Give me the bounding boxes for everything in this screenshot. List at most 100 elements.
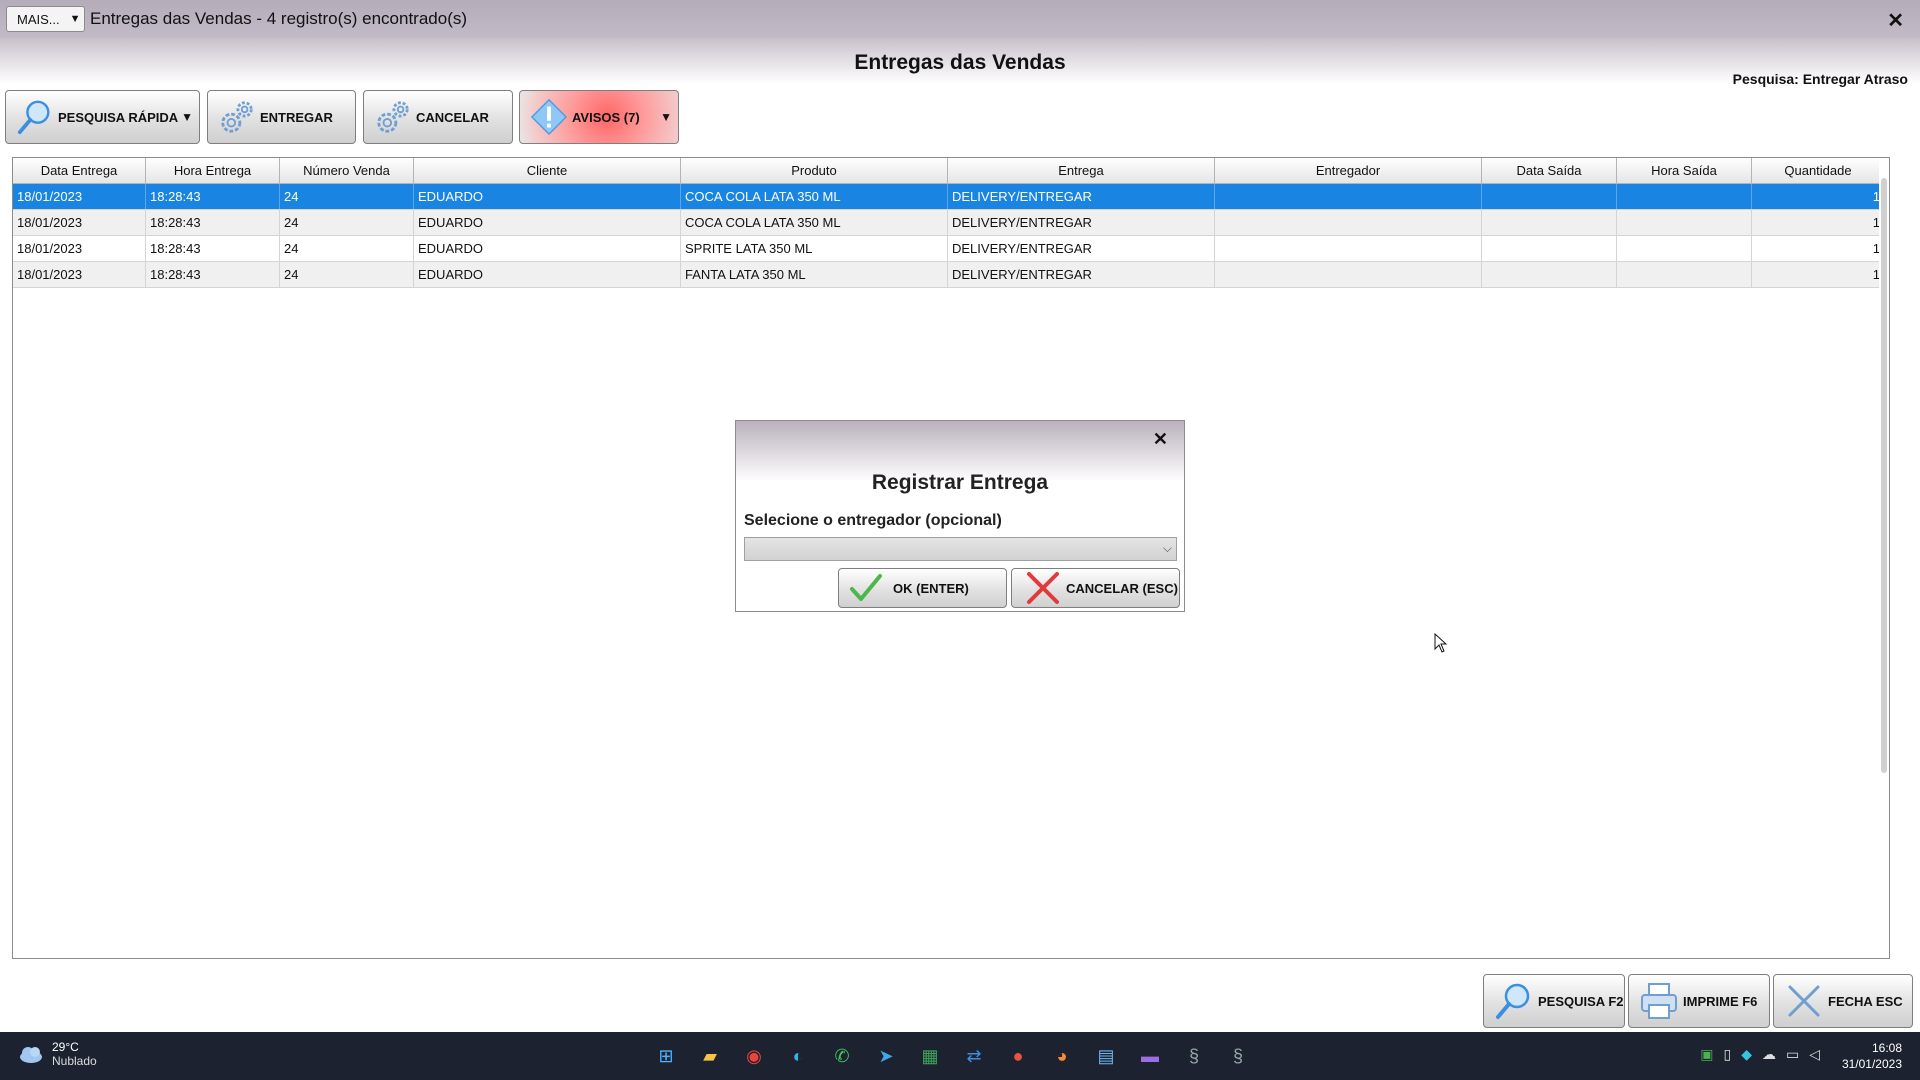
pinned-apps: ⊞ ▰ ◉ ◐ ✆ ➤ ▦ ⇄ ● ◕ ▤ ▬ § § bbox=[650, 1040, 1254, 1072]
mais-label: MAIS... bbox=[17, 11, 60, 27]
dialog-cancel-button[interactable]: CANCELAR (ESC) bbox=[1011, 568, 1180, 608]
table-row[interactable]: 18/01/2023 18:28:43 24 EDUARDO FANTA LAT… bbox=[13, 262, 1889, 288]
column-header[interactable]: Data Entrega bbox=[13, 158, 146, 183]
usb-icon[interactable]: ▯ bbox=[1723, 1046, 1731, 1063]
cell-hora-entrega: 18:28:43 bbox=[146, 236, 280, 261]
cell-hora-saida bbox=[1617, 184, 1752, 209]
cell-data-entrega: 18/01/2023 bbox=[13, 184, 146, 209]
checkmark-icon bbox=[850, 574, 882, 601]
chevron-down-icon[interactable]: ▼ bbox=[660, 110, 672, 124]
weather-condition: Nublado bbox=[52, 1054, 97, 1068]
cell-data-entrega: 18/01/2023 bbox=[13, 236, 146, 261]
cell-entrega: DELIVERY/ENTREGAR bbox=[948, 262, 1215, 287]
chrome-icon[interactable]: ◉ bbox=[738, 1040, 770, 1072]
chevron-down-icon[interactable]: ▼ bbox=[181, 110, 193, 124]
firefox-icon[interactable]: ◕ bbox=[1046, 1040, 1078, 1072]
cell-entregador bbox=[1215, 184, 1482, 209]
deliverer-select-label: Selecione o entregador (opcional) bbox=[744, 512, 1002, 529]
system-app-icon[interactable]: § bbox=[1178, 1040, 1210, 1072]
system-tray: ▣ ▯ ◆ ☁ ▭ ◁ bbox=[1700, 1046, 1820, 1063]
column-header[interactable]: Produto bbox=[681, 158, 948, 183]
column-header[interactable]: Quantidade bbox=[1752, 158, 1885, 183]
scrollbar-thumb[interactable] bbox=[1881, 178, 1887, 773]
cell-hora-saida bbox=[1617, 210, 1752, 235]
chevron-down-icon[interactable]: ⌵ bbox=[1163, 541, 1172, 556]
cell-quantidade: 1 bbox=[1752, 236, 1885, 261]
warnings-button[interactable]: AVISOS (7) ▼ bbox=[519, 90, 679, 144]
close-esc-button[interactable]: FECHA ESC bbox=[1773, 974, 1913, 1028]
clock-date: 31/01/2023 bbox=[1841, 1057, 1902, 1071]
table-row[interactable]: 18/01/2023 18:28:43 24 EDUARDO COCA COLA… bbox=[13, 210, 1889, 236]
ok-button[interactable]: OK (ENTER) bbox=[838, 568, 1007, 608]
title-bar: MAIS... ▼ Entregas das Vendas - 4 regist… bbox=[0, 0, 1920, 38]
search-icon bbox=[1496, 983, 1530, 1019]
close-esc-label: FECHA ESC bbox=[1828, 993, 1903, 1009]
windows-start-icon[interactable]: ⊞ bbox=[650, 1040, 682, 1072]
warnings-label: AVISOS (7) bbox=[572, 109, 640, 125]
search-f2-button[interactable]: PESQUISA F2 bbox=[1483, 974, 1625, 1028]
mouse-cursor-icon bbox=[1434, 633, 1448, 653]
remote-icon[interactable]: ⇄ bbox=[958, 1040, 990, 1072]
table-row[interactable]: 18/01/2023 18:28:43 24 EDUARDO COCA COLA… bbox=[13, 184, 1889, 210]
column-header[interactable]: Hora Entrega bbox=[146, 158, 280, 183]
dialog-close-button[interactable]: ✕ bbox=[1153, 429, 1168, 450]
search-f2-label: PESQUISA F2 bbox=[1538, 993, 1624, 1009]
window-close-button[interactable]: ✕ bbox=[1887, 8, 1904, 33]
column-header[interactable]: Data Saída bbox=[1482, 158, 1617, 183]
shield-icon[interactable]: ◆ bbox=[1741, 1046, 1752, 1063]
cell-hora-saida bbox=[1617, 236, 1752, 261]
cell-hora-entrega: 18:28:43 bbox=[146, 262, 280, 287]
telegram-icon[interactable]: ➤ bbox=[870, 1040, 902, 1072]
mais-menu-button[interactable]: MAIS... ▼ bbox=[6, 6, 85, 32]
register-delivery-dialog: ✕ Registrar Entrega Selecione o entregad… bbox=[735, 420, 1185, 612]
deliver-button[interactable]: ENTREGAR bbox=[207, 90, 356, 144]
os-taskbar: 29°C Nublado ⊞ ▰ ◉ ◐ ✆ ➤ ▦ ⇄ ● ◕ ▤ ▬ § §… bbox=[0, 1032, 1920, 1080]
cell-produto: COCA COLA LATA 350 ML bbox=[681, 184, 948, 209]
cell-data-saida bbox=[1482, 210, 1617, 235]
file-explorer-icon[interactable]: ▰ bbox=[694, 1040, 726, 1072]
cancel-button[interactable]: CANCELAR bbox=[363, 90, 513, 144]
deliverer-select[interactable]: ⌵ bbox=[744, 537, 1177, 561]
cell-numero-venda: 24 bbox=[280, 262, 414, 287]
warning-icon bbox=[530, 98, 568, 136]
dialog-title: Registrar Entrega bbox=[871, 471, 1049, 494]
close-icon bbox=[1788, 985, 1820, 1017]
table-row[interactable]: 18/01/2023 18:28:43 24 EDUARDO SPRITE LA… bbox=[13, 236, 1889, 262]
chevron-down-icon: ▼ bbox=[69, 13, 81, 25]
cell-quantidade: 1 bbox=[1752, 210, 1885, 235]
cell-hora-entrega: 18:28:43 bbox=[146, 210, 280, 235]
column-header[interactable]: Entregador bbox=[1215, 158, 1482, 183]
column-header[interactable]: Entrega bbox=[948, 158, 1215, 183]
clock-time: 16:08 bbox=[1871, 1041, 1902, 1055]
print-f6-label: IMPRIME F6 bbox=[1683, 993, 1758, 1009]
column-header[interactable]: Cliente bbox=[414, 158, 681, 183]
quick-search-button[interactable]: PESQUISA RÁPIDA ▼ bbox=[5, 90, 200, 144]
network-icon[interactable]: ▭ bbox=[1786, 1046, 1799, 1063]
cell-produto: SPRITE LATA 350 ML bbox=[681, 236, 948, 261]
column-header[interactable]: Hora Saída bbox=[1617, 158, 1752, 183]
edge-icon[interactable]: ◐ bbox=[782, 1040, 814, 1072]
whatsapp-icon[interactable]: ✆ bbox=[826, 1040, 858, 1072]
cell-cliente: EDUARDO bbox=[414, 236, 681, 261]
cell-cliente: EDUARDO bbox=[414, 262, 681, 287]
column-header[interactable]: Número Venda bbox=[280, 158, 414, 183]
cloud-sync-icon[interactable]: ☁ bbox=[1762, 1046, 1776, 1063]
volume-icon[interactable]: ◁ bbox=[1809, 1046, 1820, 1063]
video-editor-icon[interactable]: ▬ bbox=[1134, 1040, 1166, 1072]
ok-label: OK (ENTER) bbox=[893, 580, 969, 596]
app-icon[interactable]: ● bbox=[1002, 1040, 1034, 1072]
tray-app-icon[interactable]: ▣ bbox=[1700, 1046, 1713, 1063]
cell-quantidade: 1 bbox=[1752, 262, 1885, 287]
cell-numero-venda: 24 bbox=[280, 184, 414, 209]
clock[interactable]: 16:08 31/01/2023 bbox=[1842, 1040, 1902, 1072]
cell-data-saida bbox=[1482, 184, 1617, 209]
grid-scrollbar[interactable] bbox=[1879, 158, 1889, 958]
deliver-label: ENTREGAR bbox=[260, 109, 333, 125]
search-status-label: Pesquisa: Entregar Atraso bbox=[1732, 71, 1908, 87]
notepad-icon[interactable]: ▤ bbox=[1090, 1040, 1122, 1072]
print-f6-button[interactable]: IMPRIME F6 bbox=[1628, 974, 1770, 1028]
spreadsheet-icon[interactable]: ▦ bbox=[914, 1040, 946, 1072]
cancel-label: CANCELAR bbox=[416, 109, 489, 125]
system-app-icon-2[interactable]: § bbox=[1222, 1040, 1254, 1072]
weather-widget[interactable]: 29°C Nublado bbox=[18, 1040, 97, 1068]
